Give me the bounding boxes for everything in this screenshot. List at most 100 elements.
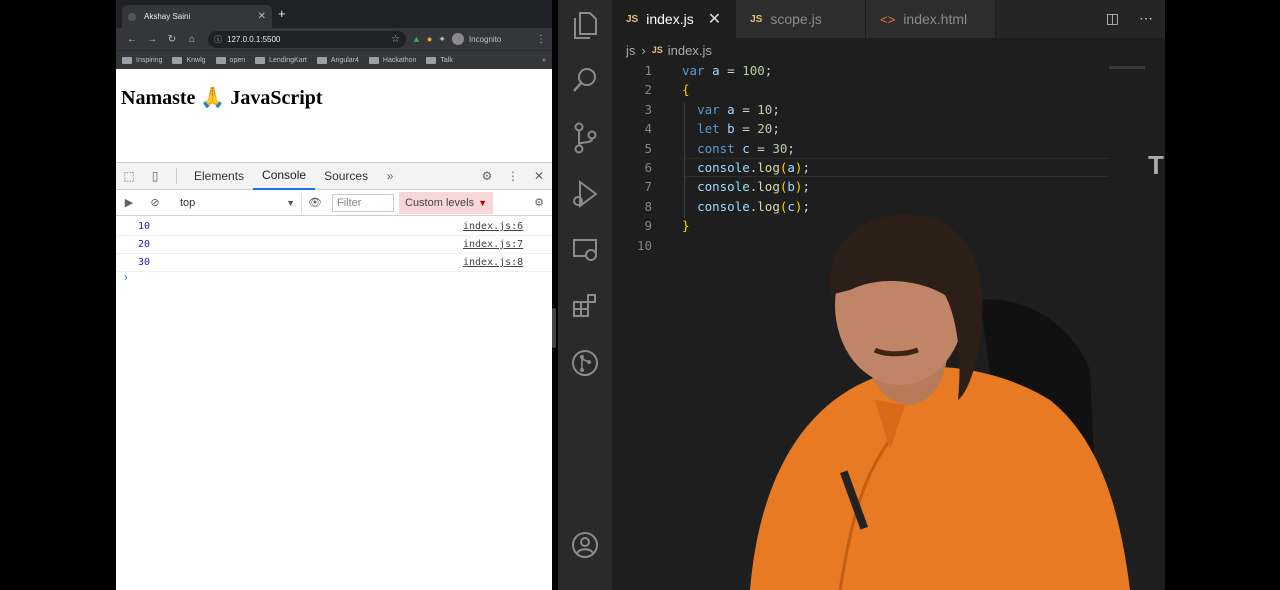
- tab-label: index.js: [646, 11, 694, 27]
- code-text: console.log(a);: [697, 159, 810, 175]
- bookmark-folder[interactable]: Angular4: [316, 56, 359, 64]
- console-settings-icon[interactable]: ⚙: [526, 196, 552, 209]
- line-number: 2: [644, 82, 652, 98]
- context-selector[interactable]: top ▼: [172, 192, 302, 213]
- breadcrumb-folder[interactable]: js: [626, 43, 635, 58]
- js-file-icon: JS: [651, 45, 663, 55]
- web-page: Namaste 🙏 JavaScript: [116, 69, 552, 162]
- folder-icon: [426, 56, 437, 64]
- bookmark-folder[interactable]: Talk: [426, 56, 453, 64]
- menu-icon[interactable]: ⋮: [536, 34, 546, 45]
- remote-explorer-icon[interactable]: [558, 236, 612, 264]
- browser-toolbar: ← → ↻ ⌂ ⓘ 127.0.0.1:5500 ☆ ▲ ● ✦ Incogni…: [116, 28, 552, 50]
- bookmark-folder[interactable]: Knwlg: [172, 56, 206, 64]
- close-devtools-icon[interactable]: ✕: [526, 169, 552, 183]
- code-line: 3 var a = 10;: [612, 100, 1165, 119]
- new-tab-icon[interactable]: +: [278, 6, 286, 21]
- bookmark-folder[interactable]: Hackathon: [368, 56, 416, 64]
- more-tabs-icon[interactable]: »: [377, 169, 403, 183]
- tab-scope-js[interactable]: JS scope.js: [736, 0, 867, 38]
- console-row: 20 index.js:7: [116, 236, 552, 254]
- line-number: 1: [644, 63, 652, 78]
- extensions-icon[interactable]: [558, 292, 612, 320]
- chevron-right-icon: ›: [641, 42, 646, 58]
- folder-icon: [122, 56, 132, 64]
- split-editor-icon[interactable]: ◫: [1106, 10, 1119, 27]
- breadcrumb: js › JS index.js: [626, 41, 712, 59]
- run-debug-icon[interactable]: [558, 178, 612, 210]
- bookmark-folder[interactable]: LendingKart: [255, 56, 307, 64]
- tab-label: scope.js: [770, 11, 822, 27]
- js-file-icon: JS: [626, 13, 639, 25]
- inspect-icon[interactable]: ⬚: [116, 169, 142, 183]
- reload-icon[interactable]: ↻: [162, 34, 182, 45]
- search-icon[interactable]: [558, 66, 612, 94]
- breadcrumb-file[interactable]: index.js: [668, 43, 712, 58]
- incognito-label: Incognito: [468, 34, 502, 44]
- incognito-indicator[interactable]: Incognito: [451, 33, 502, 45]
- line-number: 4: [644, 121, 652, 137]
- source-link[interactable]: index.js:7: [463, 239, 523, 250]
- folder-icon: [316, 56, 327, 64]
- tab-index-html[interactable]: <> index.html: [866, 0, 997, 38]
- folder-icon: [368, 56, 379, 64]
- editor-tabbar: JS index.js ✕ JS scope.js <> index.html …: [612, 0, 1165, 38]
- console-row: 30 index.js:8: [116, 254, 552, 272]
- back-icon[interactable]: ←: [122, 34, 142, 45]
- address-bar[interactable]: ⓘ 127.0.0.1:5500 ☆: [208, 30, 406, 48]
- code-text: let b = 20;: [697, 121, 780, 137]
- close-tab-icon[interactable]: ✕: [708, 9, 721, 29]
- line-number: 10: [636, 237, 652, 253]
- bookmark-star-icon[interactable]: ☆: [391, 34, 400, 45]
- tab-sources[interactable]: Sources: [315, 163, 377, 190]
- minimap-letter: T: [1148, 150, 1164, 180]
- line-number: 8: [644, 198, 652, 214]
- sidebar-toggle-icon[interactable]: ▶: [116, 196, 142, 209]
- source-control-icon[interactable]: [558, 122, 612, 154]
- tab-label: index.html: [903, 11, 968, 27]
- code-line: 1 var a = 100;: [612, 61, 1165, 80]
- puzzle-icon[interactable]: ✦: [438, 34, 446, 45]
- log-levels-dropdown[interactable]: Custom levels ▼: [399, 191, 493, 214]
- bookmarks-bar: Inspiring Knwlg open LendingKart Angular…: [116, 50, 552, 69]
- more-actions-icon[interactable]: ⋯: [1139, 10, 1153, 27]
- forward-icon[interactable]: →: [142, 34, 162, 45]
- js-file-icon: JS: [750, 13, 763, 25]
- eye-icon[interactable]: 👁: [302, 196, 328, 209]
- line-number: 3: [644, 101, 652, 117]
- explorer-icon[interactable]: [558, 10, 612, 40]
- home-icon[interactable]: ⌂: [182, 34, 202, 45]
- close-tab-icon[interactable]: ✕: [258, 11, 266, 22]
- line-number: 7: [644, 179, 652, 195]
- console-toolbar: ▶ ⊘ top ▼ 👁 Filter Custom levels ▼ ⚙: [116, 190, 552, 216]
- code-text: }: [682, 218, 690, 234]
- source-link[interactable]: index.js:6: [463, 221, 523, 232]
- filter-input[interactable]: Filter: [332, 193, 394, 212]
- tab-elements[interactable]: Elements: [185, 163, 253, 190]
- tab-index-js[interactable]: JS index.js ✕: [612, 0, 737, 38]
- browser-tab[interactable]: Akshay Saini ✕: [122, 5, 272, 28]
- device-toggle-icon[interactable]: ▯: [142, 169, 168, 183]
- activity-bar: [558, 0, 612, 590]
- clear-console-icon[interactable]: ⊘: [142, 196, 168, 209]
- git-graph-icon[interactable]: [558, 348, 612, 378]
- extension-icon[interactable]: ●: [427, 34, 432, 44]
- presenter-image: [750, 214, 1130, 590]
- tab-console[interactable]: Console: [253, 163, 316, 190]
- bookmark-folder[interactable]: open: [215, 56, 245, 64]
- kebab-menu-icon[interactable]: ⋮: [500, 169, 526, 183]
- bookmark-folder[interactable]: Inspiring: [122, 56, 162, 64]
- more-bookmarks-icon[interactable]: »: [542, 57, 546, 64]
- account-icon[interactable]: [558, 530, 612, 560]
- info-icon[interactable]: ⓘ: [214, 34, 222, 45]
- code-line: 5 const c = 30;: [612, 139, 1165, 158]
- line-number: 9: [644, 218, 652, 234]
- browser-tabstrip: Akshay Saini ✕ +: [116, 0, 552, 28]
- code-text: const c = 30;: [697, 140, 795, 156]
- console-prompt-icon[interactable]: ›: [124, 272, 128, 284]
- split-handle[interactable]: [552, 308, 556, 348]
- settings-icon[interactable]: ⚙: [474, 169, 500, 183]
- extension-icon[interactable]: ▲: [412, 34, 421, 44]
- minimap[interactable]: [1109, 66, 1145, 69]
- source-link[interactable]: index.js:8: [463, 257, 523, 268]
